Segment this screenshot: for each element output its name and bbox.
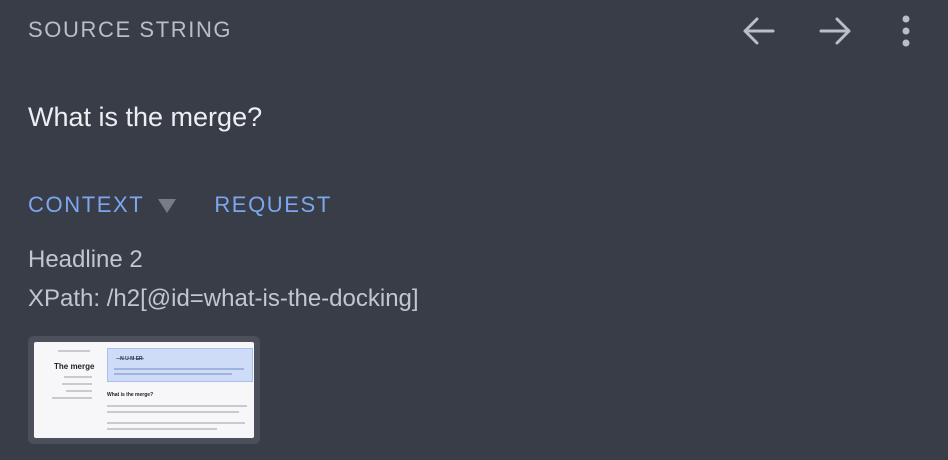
thumbnail-topbar xyxy=(58,350,90,352)
thumbnail-nav-line xyxy=(66,390,92,392)
arrow-right-icon xyxy=(819,17,851,45)
chevron-down-icon[interactable] xyxy=(158,199,177,213)
thumbnail-heading: The merge xyxy=(54,362,95,371)
thumbnail-box-title: – ̶N̶ U̶ M̶ E̶R̶ xyxy=(116,356,143,362)
back-button[interactable] xyxy=(730,10,786,52)
context-tabs: CONTEXT REQUEST xyxy=(28,192,332,218)
thumbnail-box-line xyxy=(114,373,232,375)
source-string-panel: SOURCE STRING What is the merge? CONTEXT… xyxy=(0,0,948,460)
more-options-button[interactable] xyxy=(886,10,926,52)
thumbnail-nav-line xyxy=(62,383,92,385)
thumbnail-nav-line xyxy=(64,376,92,378)
source-string-text: What is the merge? xyxy=(28,102,263,132)
thumbnail-page-preview: The merge – ̶N̶ U̶ M̶ E̶R̶ What is the m… xyxy=(34,342,254,438)
thumbnail-text-line xyxy=(107,405,247,407)
thumbnail-text-line xyxy=(107,428,217,430)
context-screenshot-thumbnail[interactable]: The merge – ̶N̶ U̶ M̶ E̶R̶ What is the m… xyxy=(28,336,260,444)
forward-button[interactable] xyxy=(808,10,864,52)
arrow-left-icon xyxy=(743,17,775,45)
thumbnail-text-line xyxy=(107,422,245,424)
context-element-type: Headline 2 xyxy=(28,246,143,273)
thumbnail-highlight-box: – ̶N̶ U̶ M̶ E̶R̶ xyxy=(107,348,253,382)
thumbnail-text-line xyxy=(107,411,239,413)
context-xpath: XPath: /h2[@id=what-is-the-docking] xyxy=(28,285,419,312)
thumbnail-nav-line xyxy=(52,397,92,399)
thumbnail-subheading: What is the merge? xyxy=(107,392,154,398)
section-title: SOURCE STRING xyxy=(28,17,233,42)
toolbar xyxy=(730,10,926,52)
thumbnail-box-line xyxy=(114,368,244,370)
tab-context[interactable]: CONTEXT xyxy=(28,192,144,218)
tab-request[interactable]: REQUEST xyxy=(214,192,332,218)
more-vertical-icon xyxy=(902,15,910,47)
